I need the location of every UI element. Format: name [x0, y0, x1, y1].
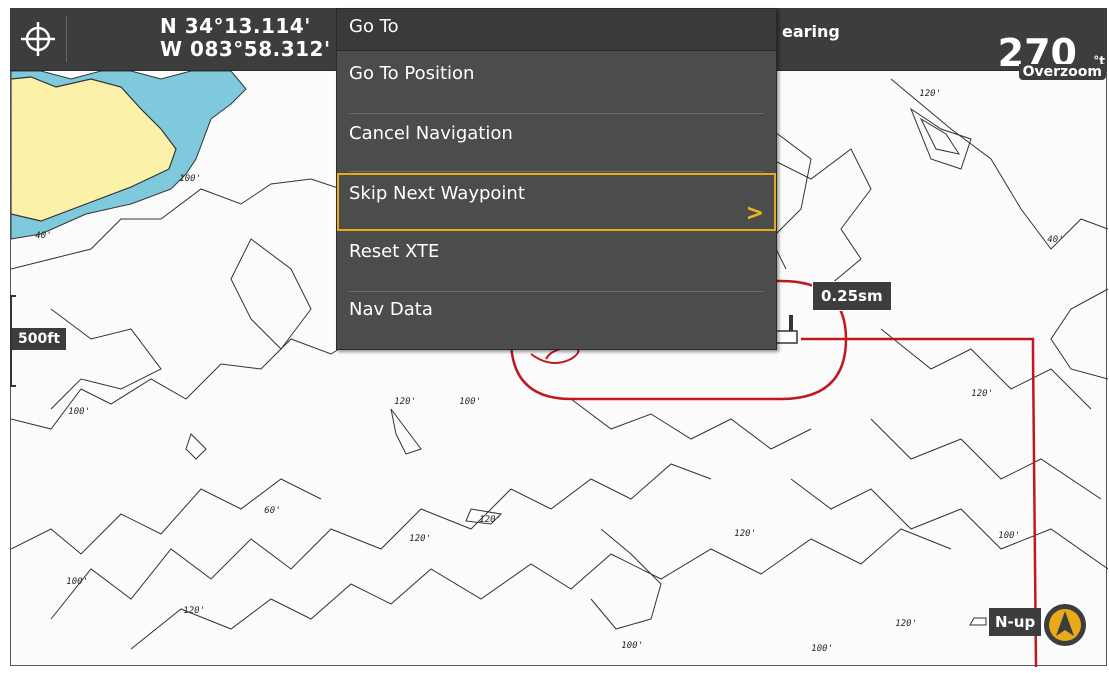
compass-icon[interactable]	[1042, 602, 1088, 648]
depth-label: 40'	[1046, 235, 1065, 245]
menu-item-cancel-navigation[interactable]: Cancel Navigation	[337, 113, 776, 171]
bearing-label: earing	[782, 22, 840, 41]
scale-label: 500ft	[12, 328, 67, 350]
chart-screen: 120' 40' 40' 100' 120' 100' 120' 60' 120…	[0, 0, 1109, 673]
boat-icon	[969, 617, 987, 626]
depth-label: 100'	[67, 407, 91, 417]
menu-divider	[349, 171, 764, 172]
depth-label: 120'	[408, 534, 432, 544]
depth-label: 120'	[182, 606, 206, 616]
depth-label: 120'	[393, 397, 417, 407]
depth-label: 100'	[620, 641, 644, 651]
depth-label: 40'	[34, 231, 53, 241]
depth-label: 100'	[810, 644, 834, 654]
menu-title: Go To	[337, 9, 776, 51]
menu-item-label: Skip Next Waypoint	[349, 183, 525, 204]
depth-label: 120'	[733, 529, 757, 539]
menu-item-label: Go To Position	[349, 63, 475, 84]
goto-menu: Go To Go To Position Cancel Navigation S…	[336, 8, 777, 350]
depth-label: 100'	[458, 397, 482, 407]
chevron-right-icon: >	[745, 201, 764, 226]
menu-item-go-to-position[interactable]: Go To Position	[337, 53, 776, 111]
crosshair-icon	[21, 22, 55, 56]
depth-label: 120'	[970, 389, 994, 399]
boat-marker-icon	[774, 315, 798, 344]
depth-label: 120'	[894, 619, 918, 629]
depth-label: 60'	[263, 506, 282, 516]
menu-item-label: Nav Data	[349, 299, 433, 320]
longitude-text: W 083°58.312'	[160, 37, 331, 61]
distance-callout: 0.25sm	[812, 281, 892, 311]
menu-item-nav-data[interactable]: Nav Data	[337, 289, 776, 347]
menu-item-reset-xte[interactable]: Reset XTE	[337, 231, 776, 289]
depth-label: 100'	[997, 531, 1021, 541]
menu-item-skip-next-waypoint[interactable]: Skip Next Waypoint >	[337, 173, 776, 231]
crosshair-button[interactable]	[16, 16, 67, 62]
menu-item-label: Reset XTE	[349, 241, 440, 262]
position-readout: N 34°13.114' W 083°58.312'	[160, 15, 331, 61]
latitude-text: N 34°13.114'	[160, 14, 311, 38]
depth-label: 120'	[478, 515, 502, 525]
menu-item-label: Cancel Navigation	[349, 123, 513, 144]
depth-label: 120'	[918, 89, 942, 99]
depth-label: 100'	[178, 174, 202, 184]
orientation-label[interactable]: N-up	[989, 608, 1042, 636]
depth-label: 100'	[65, 577, 89, 587]
zoom-mode-label: Overzoom	[1018, 64, 1106, 80]
